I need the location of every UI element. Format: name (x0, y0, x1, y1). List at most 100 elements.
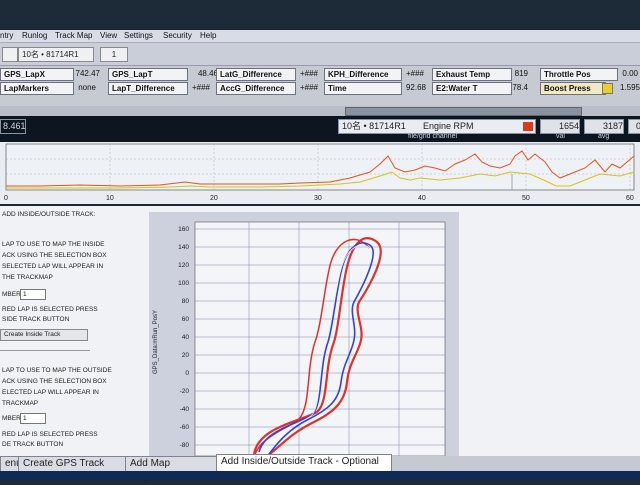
inside-outside-panel: ADD INSIDE/OUTSIDE TRACK: LAP TO USE TO … (0, 206, 140, 456)
instruction-text: ELECTED LAP WILL APPEAR IN (2, 389, 99, 396)
lap-button[interactable]: 1 (100, 47, 128, 62)
cursor-readout: 8.461 (0, 119, 26, 134)
instruction-text: THE TRACKMAP (2, 274, 53, 281)
instruction-text: LAP TO USE TO MAP THE INSIDE (2, 241, 105, 248)
taskbar (0, 471, 640, 480)
create-inside-track-button[interactable]: Create Inside Track (0, 329, 88, 341)
channel-value: 819 (514, 69, 528, 78)
channel-label: LapT_Difference (108, 82, 188, 95)
channel-value: 0.00 (622, 69, 638, 78)
y-tick-label: 40 (182, 334, 190, 341)
channel-value: 78.4 (512, 83, 528, 92)
file-icon[interactable] (2, 47, 18, 62)
y-tick-label: 60 (182, 316, 190, 323)
menu-item-track-map[interactable]: Track Map (55, 30, 93, 42)
instruction-text: ACK USING THE SELECTION BOX (2, 252, 107, 259)
value-readout: 1654 (540, 119, 580, 134)
channel-value: +### (299, 69, 318, 78)
y-tick-label: 160 (178, 226, 189, 233)
channel-value: 1.595 (619, 83, 640, 92)
y-tick-label: 100 (178, 280, 189, 287)
track-map-svg: 160 140 120 100 80 60 40 20 0 -20 -40 -6… (153, 221, 446, 459)
lap-number-label: MBER (2, 415, 21, 422)
channel-color-swatch (523, 122, 533, 131)
channel-values-panel: GPS_LapX 742.47 GPS_LapT 48.46 LatG_Diff… (0, 66, 640, 106)
y-tick-label: 120 (178, 262, 189, 269)
car-channel-box[interactable]: 10名 • 81714R1 Engine RPM (338, 119, 536, 134)
instruction-text: DE TRACK BUTTON (2, 441, 64, 448)
channel-name: Engine RPM (423, 121, 474, 131)
channel-label: Throttle Pos (540, 68, 618, 81)
channel-scrollbar[interactable] (0, 106, 640, 116)
car-selector[interactable]: 10名 • 81714R1 (18, 47, 94, 62)
instruction-text: RED LAP IS SELECTED PRESS (2, 431, 98, 438)
time-trace-plot[interactable]: 0 10 20 30 40 50 60 (0, 142, 640, 204)
average-readout: 3187 (584, 119, 624, 134)
channel-label: GPS_LapT (108, 68, 188, 81)
channel-value: 48.46 (197, 69, 218, 78)
channel-label: KPH_Difference (324, 68, 402, 81)
channel-value: none (78, 83, 96, 92)
lap-number-label: MBER (2, 291, 21, 298)
channel-label: Time (324, 82, 402, 95)
menu-item-view[interactable]: View (100, 30, 117, 42)
x-tick-label: 10 (106, 195, 114, 202)
instruction-text: SIDE TRACK BUTTON (2, 316, 70, 323)
channel-label: AccG_Difference (216, 82, 296, 95)
channel-value: +### (191, 83, 210, 92)
menu-item-security[interactable]: Security (163, 30, 192, 42)
x-tick-label: 50 (522, 195, 530, 202)
channel-label: E2:Water T (432, 82, 512, 95)
column-avg-label: avg (598, 133, 610, 140)
instruction-text: SELECTED LAP WILL APPEAR IN (2, 263, 104, 270)
trace-svg: 0 10 20 30 40 50 60 (4, 143, 635, 202)
menu-item-runlog[interactable]: Runlog (22, 30, 47, 42)
toolbar: 10名 • 81714R1 1 (0, 43, 640, 66)
menu-item-help[interactable]: Help (200, 30, 216, 42)
y-tick-label: 80 (182, 298, 190, 305)
bottom-tab-bar: enu Create GPS Track Map Add Map Segment… (0, 454, 640, 483)
x-tick-label: 30 (314, 195, 322, 202)
channel-value: 92.68 (405, 83, 426, 92)
channel-label: LapMarkers (0, 82, 74, 95)
channel-label: Exhaust Temp (432, 68, 512, 81)
tab-create-gps-track-map[interactable]: Create GPS Track Map (18, 456, 128, 483)
y-tick-label: -80 (180, 442, 190, 449)
channel-value: +### (299, 83, 318, 92)
extra-readout: 0 (628, 119, 640, 134)
x-tick-label: 60 (626, 195, 634, 202)
y-tick-label: 140 (178, 244, 189, 251)
tab-add-map-segments[interactable]: Add Map Segments (125, 456, 222, 483)
track-map[interactable]: 160 140 120 100 80 60 40 20 0 -20 -40 -6… (149, 212, 459, 459)
inside-lap-number-spinner[interactable]: 1 (20, 289, 46, 300)
instruction-text: TRACKMAP (2, 400, 39, 407)
channel-value: 742.47 (75, 69, 100, 78)
y-tick-label: -60 (180, 424, 190, 431)
instruction-text: LAP TO USE TO MAP THE OUTSIDE (2, 367, 112, 374)
menu-bar: ntry Runlog Track Map View Settings Secu… (0, 30, 640, 43)
y-tick-label: -40 (180, 406, 190, 413)
menu-item-settings[interactable]: Settings (124, 30, 153, 42)
channel-value: +### (405, 69, 424, 78)
track-editor-area: ADD INSIDE/OUTSIDE TRACK: LAP TO USE TO … (0, 206, 640, 459)
boost-color-swatch (602, 83, 613, 94)
graph-header: 8.461 10名 • 81714R1 Engine RPM 1654 3187… (0, 116, 640, 142)
channel-label: Boost Press (540, 82, 606, 95)
x-tick-label: 0 (4, 195, 8, 202)
instruction-text: RED LAP IS SELECTED PRESS (2, 306, 98, 313)
outside-lap-number-spinner[interactable]: 1 (20, 413, 46, 424)
instruction-text: ACK USING THE SELECTION BOX (2, 378, 107, 385)
car-name: 10名 • 81714R1 (342, 121, 406, 131)
menu-item-entry[interactable]: ntry (0, 30, 13, 42)
divider (0, 350, 90, 351)
y-tick-label: 0 (185, 370, 189, 377)
y-axis-label: GPS_Data:mRun_PosY (153, 310, 159, 374)
channel-label: GPS_LapX (0, 68, 74, 81)
graph-subtitle: file/grid channel (408, 133, 458, 140)
column-val-label: val (556, 133, 565, 140)
scrollbar-thumb[interactable] (345, 107, 582, 116)
x-tick-label: 40 (418, 195, 426, 202)
y-tick-label: -20 (180, 388, 190, 395)
channel-label: LatG_Difference (216, 68, 296, 81)
y-tick-label: 20 (182, 352, 190, 359)
